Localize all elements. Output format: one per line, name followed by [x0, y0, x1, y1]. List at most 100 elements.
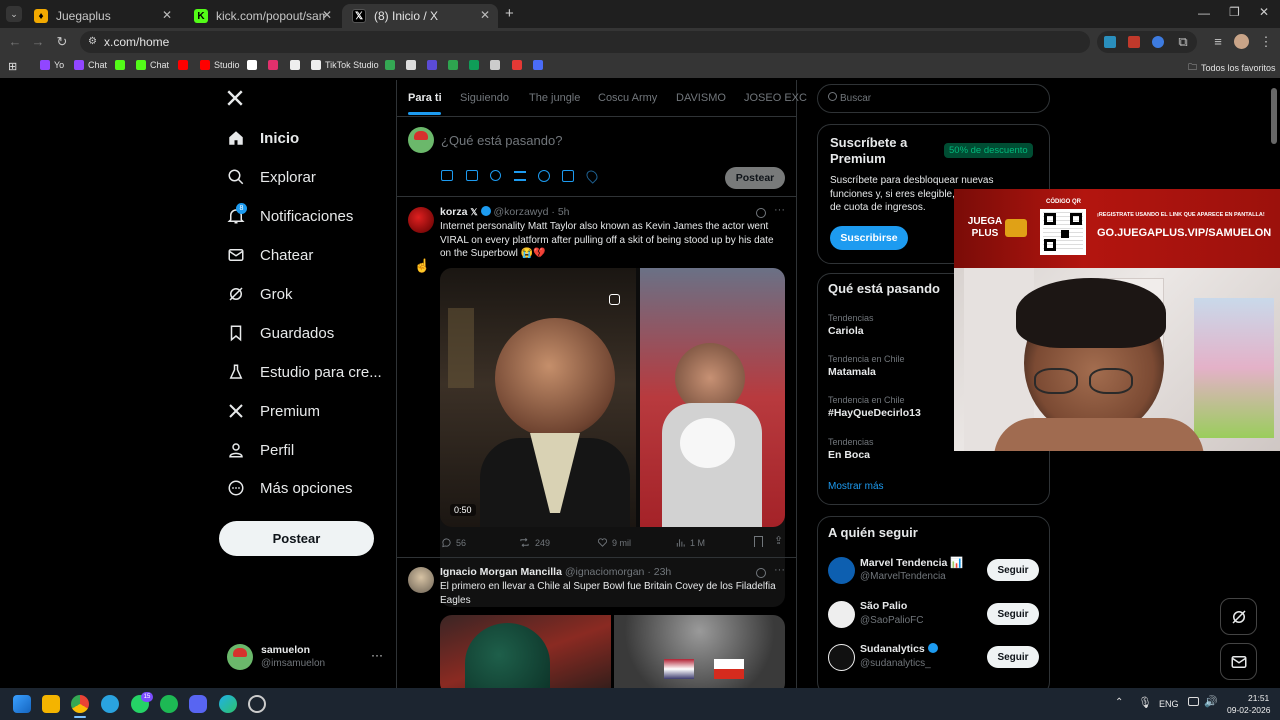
site-info-icon[interactable]: ⚙ [88, 36, 97, 47]
composer-post-button[interactable]: Postear [725, 167, 785, 189]
edge-icon[interactable] [219, 695, 237, 713]
nav-grok[interactable]: Grok [226, 279, 293, 309]
page-scrollbar[interactable] [1271, 88, 1277, 144]
bookmark-sheets[interactable] [406, 60, 420, 70]
follow-name[interactable]: São Palio [860, 600, 907, 612]
location-icon[interactable] [584, 168, 600, 184]
spotify-icon[interactable] [160, 695, 178, 713]
microphone-icon[interactable]: 🎙 [1138, 696, 1152, 709]
bookmark-purple[interactable] [427, 60, 441, 70]
bookmark-studio[interactable]: Studio [200, 60, 240, 70]
windows-start-icon[interactable] [13, 695, 31, 713]
extension-icon[interactable] [1128, 36, 1140, 48]
tweet-author-name[interactable]: korza [440, 206, 467, 218]
trend-name[interactable]: Matamala [828, 366, 876, 378]
bookmark-icon[interactable] [754, 536, 763, 547]
tweet-author-name[interactable]: Ignacio Morgan Mancilla [440, 566, 562, 578]
gif-icon[interactable] [466, 170, 478, 181]
tab-x-home[interactable]: 𝕏 (8) Inicio / X ✕ [342, 4, 498, 28]
bookmark-youtube[interactable] [178, 60, 192, 70]
views-button[interactable]: 1 M [675, 537, 705, 548]
tab-para-ti[interactable]: Para ti [408, 92, 442, 104]
tab-juegaplus[interactable]: ♦ Juegaplus ✕ [24, 4, 180, 28]
follow-avatar[interactable] [828, 601, 855, 628]
bookmark-blue[interactable] [533, 60, 547, 70]
follow-button[interactable]: Seguir [987, 646, 1039, 668]
tab-close-icon[interactable]: ✕ [322, 8, 332, 22]
tweet-avatar[interactable] [408, 567, 434, 593]
tweet-time[interactable]: 23h [654, 566, 672, 578]
bookmark-drive[interactable] [385, 60, 399, 70]
bookmark-yo[interactable]: Yo [40, 60, 64, 70]
more-icon[interactable]: ··· [774, 204, 785, 216]
repost-button[interactable]: 249 [518, 537, 550, 548]
forward-icon[interactable]: → [30, 34, 46, 49]
nav-guardados[interactable]: Guardados [226, 318, 334, 348]
chrome-icon[interactable] [71, 695, 89, 713]
share-icon[interactable]: ⇪ [774, 534, 783, 547]
tweet[interactable]: Ignacio Morgan Mancilla @ignaciomorgan ·… [397, 558, 796, 688]
new-tab-button[interactable]: + [505, 5, 514, 22]
follow-avatar[interactable] [828, 557, 855, 584]
trend-name[interactable]: Cariola [828, 325, 864, 337]
tray-chevron-icon[interactable]: ⌃ [1115, 697, 1123, 708]
follow-handle[interactable]: @MarvelTendencia [860, 571, 946, 582]
x-logo-icon[interactable] [226, 89, 246, 109]
media-icon[interactable] [441, 170, 453, 181]
file-explorer-icon[interactable] [42, 695, 60, 713]
close-window-button[interactable]: ✕ [1259, 5, 1269, 19]
clock-date[interactable]: 09-02-2026 [1227, 705, 1270, 715]
like-button[interactable]: 9 mil [597, 537, 631, 548]
messages-float-button[interactable] [1220, 643, 1257, 680]
more-icon[interactable]: ··· [371, 648, 383, 662]
follow-button[interactable]: Seguir [987, 603, 1039, 625]
bookmark-x[interactable] [247, 60, 261, 70]
tweet-handle[interactable]: @korzawyd [493, 206, 548, 218]
tab-close-icon[interactable]: ✕ [480, 8, 490, 22]
bookmark-kick[interactable] [115, 60, 129, 70]
bookmark-chat-twitch[interactable]: Chat [74, 60, 107, 70]
tweet-avatar[interactable] [408, 207, 434, 233]
nav-explorar[interactable]: Explorar [226, 162, 316, 192]
bookmarks-folder[interactable]: 🗀 Todos los favoritos [1188, 60, 1276, 76]
follow-avatar[interactable] [828, 644, 855, 671]
extension-icon[interactable] [1104, 36, 1116, 48]
clock-time[interactable]: 21:51 [1248, 693, 1269, 703]
nav-inicio[interactable]: Inicio [226, 123, 299, 153]
nav-chatear[interactable]: Chatear [226, 240, 313, 270]
follow-name[interactable]: Sudanalytics [860, 643, 925, 655]
tab-the-jungle[interactable]: The jungle [529, 92, 580, 104]
bookmark-tiktok-studio[interactable]: TikTok Studio [311, 60, 379, 70]
bookmark-red[interactable] [512, 60, 526, 70]
network-icon[interactable] [1188, 697, 1199, 706]
menu-icon[interactable]: ⋮ [1258, 34, 1274, 50]
tweet-time[interactable]: 5h [558, 206, 570, 218]
follow-button[interactable]: Seguir [987, 559, 1039, 581]
tab-siguiendo[interactable]: Siguiendo [460, 92, 509, 104]
bookmark-openai[interactable] [490, 60, 504, 70]
tab-coscu-army[interactable]: Coscu Army [598, 92, 657, 104]
more-icon[interactable]: ··· [774, 564, 785, 576]
tweet-image[interactable] [440, 615, 785, 688]
trend-name[interactable]: En Boca [828, 449, 870, 461]
bookmark-instagram[interactable] [268, 60, 282, 70]
bookmark-chat-kick[interactable]: Chat [136, 60, 169, 70]
profile-avatar[interactable] [1234, 34, 1249, 49]
discord-icon[interactable] [189, 695, 207, 713]
poll-icon[interactable] [514, 171, 526, 181]
bookmark-green[interactable] [448, 60, 462, 70]
restore-button[interactable]: ❐ [1229, 5, 1240, 19]
schedule-icon[interactable] [562, 170, 574, 182]
tab-kick[interactable]: K kick.com/popout/samuelon/ch ✕ [184, 4, 340, 28]
apps-icon[interactable]: ⊞ [8, 60, 17, 73]
tweet-video-frame[interactable]: 0:50 [440, 268, 785, 527]
settings-icon[interactable] [248, 695, 266, 713]
grok-icon[interactable] [756, 208, 766, 218]
nav-premium[interactable]: Premium [226, 396, 320, 426]
volume-icon[interactable]: 🔊 [1204, 695, 1218, 708]
grok-icon[interactable] [490, 170, 501, 181]
reading-list-icon[interactable]: ≡ [1210, 34, 1226, 49]
nav-estudio[interactable]: Estudio para cre... [226, 357, 382, 387]
bookmark-tiktok[interactable] [290, 60, 304, 70]
tab-joseo[interactable]: JOSEO EXC [744, 92, 807, 104]
